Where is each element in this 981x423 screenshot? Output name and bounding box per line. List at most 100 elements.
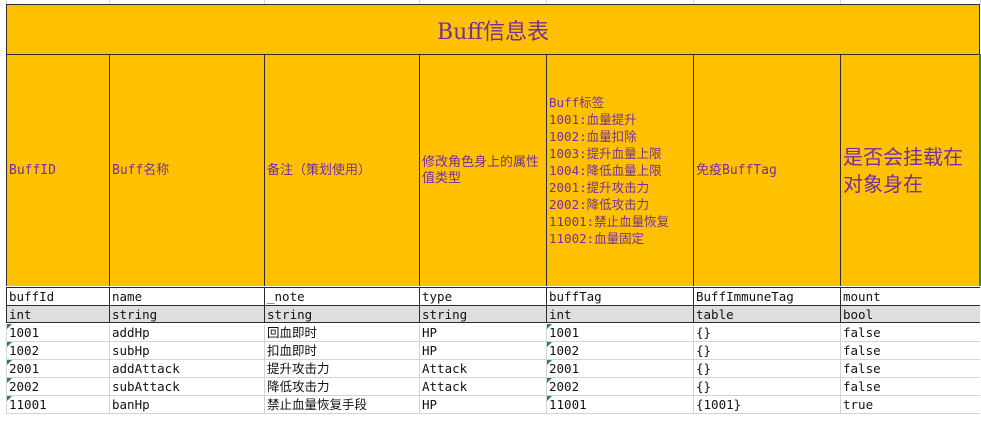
table-cell[interactable]: HP xyxy=(419,396,546,414)
comment-marker-icon xyxy=(7,324,12,329)
table-cell[interactable]: false xyxy=(840,360,980,378)
field-type-cell[interactable]: string xyxy=(264,305,419,323)
cell-value: 2001 xyxy=(549,361,580,376)
cell-value: 2002 xyxy=(549,379,580,394)
field-name-cell[interactable]: buffTag xyxy=(546,287,693,305)
cell-value: Attack xyxy=(422,379,468,394)
header-cell-0[interactable]: BuffID xyxy=(6,54,109,286)
comment-marker-icon xyxy=(7,360,12,365)
table-cell[interactable]: false xyxy=(840,378,980,396)
cell-value: 11001 xyxy=(9,397,47,412)
header-cell-5[interactable]: 免疫BuffTag xyxy=(693,54,840,286)
buff-tag-line: 1004:降低血量上限 xyxy=(549,163,662,178)
table-cell[interactable]: {} xyxy=(693,360,840,378)
table-cell[interactable]: banHp xyxy=(109,396,264,414)
cell-value: 1001 xyxy=(9,325,40,340)
header-cell-4[interactable]: Buff标签 1001:血量提升 1002:血量扣除 1003:提升血量上限 1004:… xyxy=(546,54,693,286)
header-cell-1[interactable]: Buff名称 xyxy=(109,54,264,286)
field-type-cell[interactable]: table xyxy=(693,305,840,323)
cell-value: false xyxy=(843,379,881,394)
cell-value: false xyxy=(843,361,881,376)
cell-value: 禁止血量恢复手段 xyxy=(267,397,368,412)
cell-value: 2002 xyxy=(9,379,40,394)
table-cell[interactable]: 提升攻击力 xyxy=(264,360,419,378)
cell-value: {} xyxy=(696,325,712,340)
table-cell[interactable]: addHp xyxy=(109,324,264,342)
cell-value: 1002 xyxy=(9,343,40,358)
table-cell[interactable]: Attack xyxy=(419,360,546,378)
buff-tag-line: 1003:提升血量上限 xyxy=(549,146,662,161)
cell-value: {} xyxy=(696,379,712,394)
comment-marker-icon xyxy=(7,378,12,383)
comment-marker-icon xyxy=(547,342,552,347)
table-cell[interactable]: 1001 xyxy=(546,324,693,342)
table-cell[interactable]: 1001 xyxy=(6,324,109,342)
table-cell[interactable]: {} xyxy=(693,378,840,396)
table-cell[interactable]: 2002 xyxy=(546,378,693,396)
buff-tag-line: 2001:提升攻击力 xyxy=(549,180,650,195)
field-type-cell[interactable]: string xyxy=(419,305,546,323)
table-cell[interactable]: 11001 xyxy=(546,396,693,414)
table-cell[interactable]: 1002 xyxy=(546,342,693,360)
field-type-cell[interactable]: bool xyxy=(840,305,980,323)
field-name-cell[interactable]: buffId xyxy=(6,287,109,305)
buff-tag-line: 2002:降低攻击力 xyxy=(549,197,650,212)
cell-value: 11001 xyxy=(549,397,587,412)
cell-value: 提升攻击力 xyxy=(267,361,330,376)
field-name-cell[interactable]: name xyxy=(109,287,264,305)
buff-tag-line: Buff标签 xyxy=(549,95,605,110)
table-cell[interactable]: 2002 xyxy=(6,378,109,396)
cell-value: subAttack xyxy=(112,379,180,394)
cell-value: false xyxy=(843,325,881,340)
cell-value: addHp xyxy=(112,325,150,340)
table-cell[interactable]: {} xyxy=(693,324,840,342)
table-cell[interactable]: {} xyxy=(693,342,840,360)
cell-value: 1002 xyxy=(549,343,580,358)
buff-tag-line: 1002:血量扣除 xyxy=(549,129,637,144)
spreadsheet-grid: Buff信息表 BuffID Buff名称 备注（策划使用） 修改角色身上的属性值类型… xyxy=(0,0,981,423)
field-name-cell[interactable]: _note xyxy=(264,287,419,305)
sheet-title[interactable]: Buff信息表 xyxy=(6,4,980,54)
field-name-cell[interactable]: type xyxy=(419,287,546,305)
table-cell[interactable]: false xyxy=(840,342,980,360)
header-cell-3[interactable]: 修改角色身上的属性值类型 xyxy=(419,54,546,286)
table-cell[interactable]: 2001 xyxy=(546,360,693,378)
table-cell[interactable]: 禁止血量恢复手段 xyxy=(264,396,419,414)
table-cell[interactable]: addAttack xyxy=(109,360,264,378)
table-cell[interactable]: 降低攻击力 xyxy=(264,378,419,396)
table-cell[interactable]: subHp xyxy=(109,342,264,360)
table-cell[interactable]: 1002 xyxy=(6,342,109,360)
table-cell[interactable]: Attack xyxy=(419,378,546,396)
cell-value: {} xyxy=(696,343,712,358)
field-name-cell[interactable]: mount xyxy=(840,287,980,305)
table-cell[interactable]: subAttack xyxy=(109,378,264,396)
field-name-cell[interactable]: BuffImmuneTag xyxy=(693,287,840,305)
cell-value: banHp xyxy=(112,397,150,412)
table-cell[interactable]: 11001 xyxy=(6,396,109,414)
cell-value: HP xyxy=(422,325,438,340)
comment-marker-icon xyxy=(7,342,12,347)
comment-marker-icon xyxy=(547,324,552,329)
field-type-cell[interactable]: int xyxy=(546,305,693,323)
cell-value: false xyxy=(843,343,881,358)
table-cell[interactable]: false xyxy=(840,324,980,342)
table-cell[interactable]: HP xyxy=(419,342,546,360)
cell-value: HP xyxy=(422,343,438,358)
table-cell[interactable]: 2001 xyxy=(6,360,109,378)
header-cell-6[interactable]: 是否会挂载在对象身在 xyxy=(840,54,980,286)
buff-tag-line: 1001:血量提升 xyxy=(549,112,637,127)
table-cell[interactable]: 回血即时 xyxy=(264,324,419,342)
cell-value: {1001} xyxy=(696,397,742,412)
table-cell[interactable]: HP xyxy=(419,324,546,342)
cell-value: addAttack xyxy=(112,361,180,376)
field-type-cell[interactable]: int xyxy=(6,305,109,323)
comment-marker-icon xyxy=(547,396,552,401)
cell-value: {} xyxy=(696,361,712,376)
cell-value: 2001 xyxy=(9,361,40,376)
table-cell[interactable]: {1001} xyxy=(693,396,840,414)
header-cell-2[interactable]: 备注（策划使用） xyxy=(264,54,419,286)
cell-value: 降低攻击力 xyxy=(267,379,330,394)
table-cell[interactable]: 扣血即时 xyxy=(264,342,419,360)
table-cell[interactable]: true xyxy=(840,396,980,414)
field-type-cell[interactable]: string xyxy=(109,305,264,323)
